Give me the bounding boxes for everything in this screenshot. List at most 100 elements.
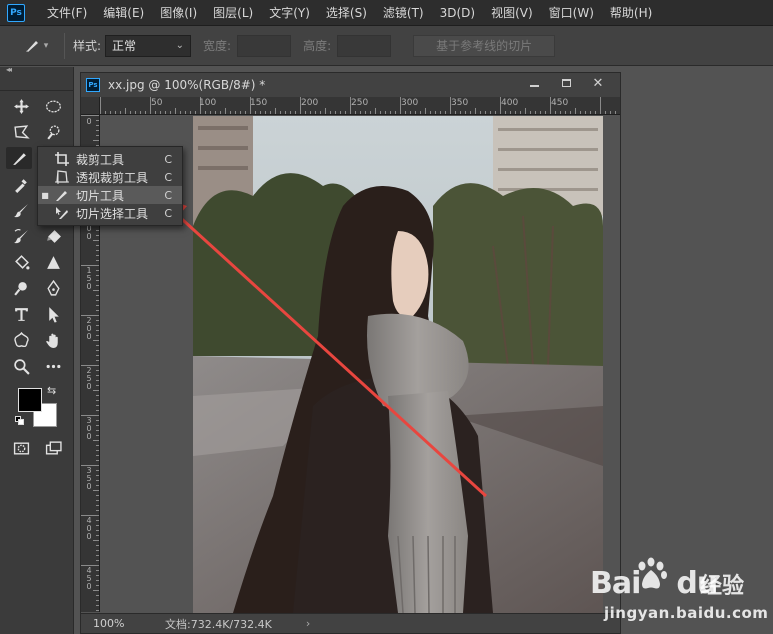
path-selection-tool[interactable] <box>40 303 66 325</box>
ruler-v-label: 150 <box>86 266 92 291</box>
quick-mask-button[interactable] <box>8 437 34 459</box>
paint-bucket-icon <box>14 254 29 269</box>
document-tab[interactable]: Ps xx.jpg @ 100%(RGB/8#) * ✕ <box>81 73 620 97</box>
clone-stamp-tool[interactable] <box>8 225 34 247</box>
slice-tool-icon <box>12 152 26 165</box>
type-icon <box>14 307 28 321</box>
crop-icon <box>52 151 72 167</box>
ruler-origin[interactable] <box>81 97 100 115</box>
slices-from-guides-button[interactable]: 基于参考线的切片 <box>413 34 556 57</box>
flyout-item-slice-select[interactable]: 切片选择工具 C <box>38 204 182 222</box>
eyedropper-tool[interactable] <box>8 173 34 195</box>
minimize-button[interactable] <box>518 73 550 93</box>
sharpen-tool[interactable] <box>40 251 66 273</box>
flyout-item-label: 裁剪工具 <box>76 152 125 167</box>
menu-bar: Ps 文件(F) 编辑(E) 图像(I) 图层(L) 文字(Y) 选择(S) 滤… <box>0 0 773 26</box>
ruler-h-label: 100 <box>199 98 217 108</box>
pen-tool[interactable] <box>40 277 66 299</box>
paint-bucket-tool[interactable] <box>8 251 34 273</box>
flyout-item-perspective-crop[interactable]: 透视裁剪工具 C <box>38 168 182 186</box>
dodge-tool[interactable] <box>8 277 34 299</box>
pen-icon <box>46 279 60 296</box>
menu-window[interactable]: 窗口(W) <box>541 0 602 26</box>
menu-file[interactable]: 文件(F) <box>39 0 95 26</box>
ruler-h-label: 250 <box>351 98 369 108</box>
photoshop-window: Ps 文件(F) 编辑(E) 图像(I) 图层(L) 文字(Y) 选择(S) 滤… <box>0 0 773 634</box>
menu-help[interactable]: 帮助(H) <box>602 0 660 26</box>
ellipse-marquee-icon <box>45 100 61 112</box>
ruler-v-label: 300 <box>86 416 92 441</box>
ruler-v-label: 450 <box>86 566 92 591</box>
menu-edit[interactable]: 编辑(E) <box>95 0 152 26</box>
watermark-jingyan: 经验 <box>700 574 745 599</box>
menu-filter[interactable]: 滤镜(T) <box>375 0 432 26</box>
quick-selection-icon <box>46 124 59 140</box>
type-tool[interactable] <box>8 303 34 325</box>
dodge-icon <box>13 281 27 296</box>
elliptical-marquee-tool[interactable] <box>40 95 66 117</box>
maximize-button[interactable] <box>550 73 582 93</box>
move-icon <box>13 98 29 114</box>
flyout-item-shortcut: C <box>164 170 172 184</box>
brush-tool[interactable] <box>8 199 34 221</box>
tool-preset-picker[interactable]: ▾ <box>16 34 56 58</box>
slice-select-icon <box>52 205 72 221</box>
ruler-h-label: 50 <box>151 98 163 108</box>
style-label: 样式: <box>73 39 102 53</box>
flyout-item-slice[interactable]: ■ 切片工具 C <box>38 186 182 204</box>
menu-type[interactable]: 文字(Y) <box>261 0 318 26</box>
hand-tool[interactable] <box>40 329 66 351</box>
maximize-icon <box>561 79 571 87</box>
edit-toolbar-button[interactable] <box>40 355 66 377</box>
current-tool-bullet-icon: ■ <box>41 190 49 200</box>
menu-view[interactable]: 视图(V) <box>483 0 541 26</box>
menu-select[interactable]: 选择(S) <box>318 0 375 26</box>
options-bar: ▾ 样式: 正常 ⌄ 宽度: 高度: 基于参考线的切片 <box>0 26 773 66</box>
flyout-item-crop[interactable]: 裁剪工具 C <box>38 150 182 168</box>
flyout-item-shortcut: C <box>164 152 172 166</box>
chevron-right-icon[interactable]: › <box>306 617 310 630</box>
minimize-icon <box>529 85 539 87</box>
swap-colors-icon[interactable]: ⇆ <box>47 384 56 397</box>
quick-mask-icon <box>13 441 29 455</box>
move-tool[interactable] <box>8 95 34 117</box>
eraser-tool[interactable] <box>40 225 66 247</box>
horizontal-ruler[interactable]: 50 100 150 200 250 300 350 400 450 <box>100 97 620 115</box>
polygonal-lasso-icon <box>13 124 30 139</box>
panel-grip[interactable] <box>0 75 73 91</box>
screen-mode-icon <box>45 440 62 455</box>
flyout-item-shortcut: C <box>164 206 172 220</box>
style-select[interactable]: 正常 ⌄ <box>105 34 192 57</box>
default-colors-icon[interactable] <box>15 416 25 426</box>
document-title: xx.jpg @ 100%(RGB/8#) * <box>108 78 266 92</box>
quick-selection-tool[interactable] <box>40 121 66 143</box>
brush-icon <box>13 203 28 217</box>
height-input[interactable] <box>337 34 392 57</box>
menu-3d[interactable]: 3D(D) <box>432 0 483 26</box>
screen-mode-button[interactable] <box>40 437 66 459</box>
history-brush-icon <box>13 228 28 243</box>
crop-slice-flyout-menu: 裁剪工具 C 透视裁剪工具 C ■ 切片工具 C 切片选择工具 C <box>37 146 183 226</box>
lasso-tool[interactable] <box>8 121 34 143</box>
custom-shape-tool[interactable] <box>8 329 34 351</box>
foreground-color-swatch[interactable] <box>18 388 42 412</box>
zoom-level[interactable]: 100% <box>81 617 141 630</box>
ruler-v-label: 200 <box>86 316 92 341</box>
zoom-tool[interactable] <box>8 355 34 377</box>
photoshop-doc-icon: Ps <box>86 78 100 92</box>
close-button[interactable]: ✕ <box>582 73 614 93</box>
ruler-h-label: 200 <box>301 98 319 108</box>
menu-layer[interactable]: 图层(L) <box>205 0 261 26</box>
photoshop-logo-icon: Ps <box>7 3 25 22</box>
collapse-panel-icon[interactable]: ◂◂ <box>0 66 73 75</box>
baidu-paw-icon <box>638 557 667 589</box>
triangle-icon <box>46 255 60 269</box>
ruler-v-label: 400 <box>86 516 92 541</box>
style-select-value: 正常 <box>112 38 137 53</box>
flyout-item-shortcut: C <box>164 188 172 202</box>
menu-image[interactable]: 图像(I) <box>152 0 205 26</box>
slice-tool[interactable] <box>6 147 32 169</box>
ruler-h-label: 400 <box>501 98 519 108</box>
width-input[interactable] <box>237 34 292 57</box>
baidu-jingyan-watermark: Bai du 经验 jingyan.baidu.com <box>590 548 770 630</box>
